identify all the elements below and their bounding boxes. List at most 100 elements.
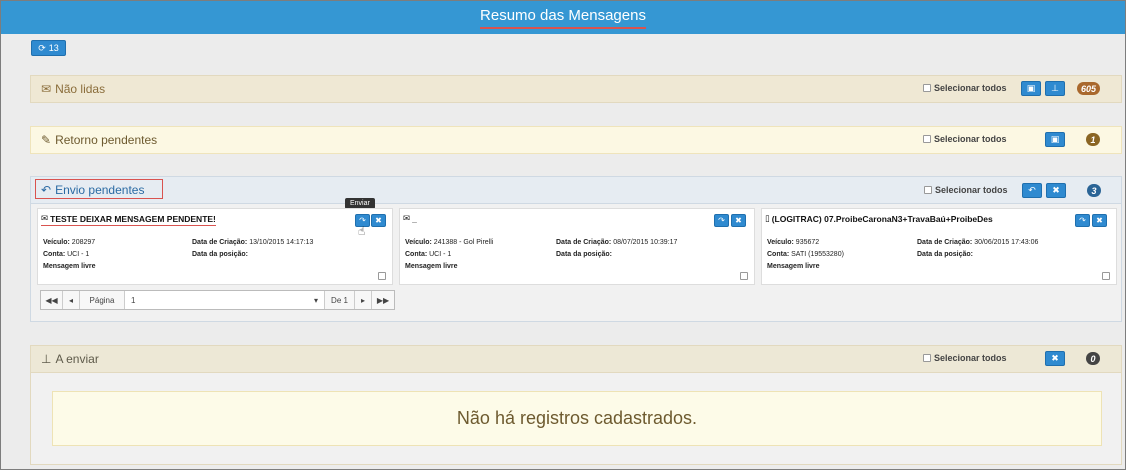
last-page-button[interactable]: ▶▶ (372, 291, 394, 309)
section-send-title: Envio pendentes (55, 183, 145, 197)
close-icon: ✖ (735, 216, 742, 225)
save-button[interactable]: ▣ (1045, 132, 1065, 147)
select-all-checkbox[interactable] (924, 186, 932, 194)
next-page-button[interactable]: ▸ (355, 291, 372, 309)
message-card[interactable]: ✉ TESTE DEIXAR MENSAGEM PENDENTE! ↷ ✖ ☝ … (37, 208, 393, 285)
pin-icon: ⊥ (41, 352, 52, 366)
floppy-icon: ▣ (1026, 83, 1036, 93)
share-icon: ↷ (718, 216, 725, 225)
prev-page-button[interactable]: ◂ (63, 291, 80, 309)
page-label: Página (80, 291, 125, 309)
message-type: Mensagem livre (767, 263, 820, 270)
vehicle-value: 241388 - Gol Pirelli (433, 239, 494, 246)
pagination: ◀◀ ◂ Página 1 ▾ De 1 ▸ ▶▶ (40, 290, 395, 310)
delete-button[interactable]: ✖ (1092, 214, 1107, 227)
select-all-checkbox[interactable] (923, 84, 931, 92)
position-label: Data da posição: (556, 251, 613, 258)
pencil-icon: ✎ (41, 133, 52, 147)
share-icon: ↷ (1079, 216, 1086, 225)
position-label: Data da posição: (917, 251, 974, 258)
vehicle-label: Veículo: (43, 239, 70, 246)
delete-button[interactable]: ✖ (1046, 183, 1066, 198)
select-all-label: Selecionar todos (934, 83, 1007, 93)
select-all-unread[interactable]: Selecionar todos (923, 83, 1007, 93)
page-select[interactable]: 1 ▾ (125, 291, 325, 309)
message-title: (LOGITRAC) 07.ProibeCaronaN3+TravaBaú+Pr… (771, 213, 993, 224)
chevron-right-icon: ▸ (360, 295, 365, 305)
section-unread: ✉ Não lidas Selecionar todos ▣ ⊥ 605 (30, 75, 1122, 103)
select-all-send[interactable]: Selecionar todos (924, 185, 1008, 195)
to-send-body: Não há registros cadastrados. (30, 373, 1122, 465)
save-button[interactable]: ▣ (1021, 81, 1041, 96)
created-label: Data de Criação: (556, 239, 612, 246)
message-type: Mensagem livre (43, 263, 96, 270)
message-type: Mensagem livre (405, 263, 458, 270)
message-card[interactable]: ✉ _ ↷ ✖ Veículo: 241388 - Gol Pirelli Da… (399, 208, 755, 285)
reply-button[interactable]: ↶ (1022, 183, 1042, 198)
message-title: _ (412, 213, 417, 224)
select-all-label: Selecionar todos (935, 185, 1008, 195)
delete-button[interactable]: ✖ (731, 214, 746, 227)
section-return-title: Retorno pendentes (55, 133, 158, 147)
refresh-count: 13 (48, 43, 59, 53)
to-send-count-badge: 0 (1086, 352, 1100, 365)
section-to-send-header[interactable]: ⊥ A enviar Selecionar todos ✖ 0 (30, 345, 1122, 373)
envelope-icon: ▯ (765, 213, 770, 223)
created-label: Data de Criação: (192, 239, 248, 246)
card-checkbox[interactable] (378, 272, 386, 280)
message-card[interactable]: ▯ (LOGITRAC) 07.ProibeCaronaN3+TravaBaú+… (761, 208, 1117, 285)
envelope-icon: ✉ (41, 82, 52, 96)
send-count-badge: 3 (1087, 184, 1101, 197)
forward-button[interactable]: ↷ (1075, 214, 1090, 227)
reply-icon: ↶ (1028, 185, 1036, 195)
double-chevron-right-icon: ▶▶ (376, 295, 390, 305)
caret-down-icon: ▾ (313, 295, 318, 305)
section-send-header[interactable]: ↶ Envio pendentes Selecionar todos ↶ ✖ 3 (30, 176, 1122, 204)
message-title: TESTE DEIXAR MENSAGEM PENDENTE! (50, 213, 216, 224)
section-send-pending: ↶ Envio pendentes Selecionar todos ↶ ✖ 3… (30, 176, 1122, 322)
hand-cursor-icon: ☝ (358, 224, 366, 238)
delete-button[interactable]: ✖ (1045, 351, 1065, 366)
delete-button[interactable]: ✖ (371, 214, 386, 227)
section-unread-title: Não lidas (55, 82, 106, 96)
select-all-checkbox[interactable] (923, 135, 931, 143)
created-value: 30/06/2015 17:43:06 (974, 239, 1039, 246)
account-label: Conta: (43, 251, 66, 258)
envelope-icon: ✉ (403, 213, 411, 223)
close-icon: ✖ (1052, 185, 1060, 195)
position-label: Data da posição: (192, 251, 249, 258)
vehicle-label: Veículo: (767, 239, 794, 246)
pin-button[interactable]: ⊥ (1045, 81, 1065, 96)
select-all-label: Selecionar todos (934, 353, 1007, 363)
close-icon: ✖ (375, 216, 382, 225)
select-all-return[interactable]: Selecionar todos (923, 134, 1007, 144)
account-label: Conta: (405, 251, 428, 258)
floppy-icon: ▣ (1050, 134, 1060, 144)
account-value: UCI - 1 (67, 251, 90, 258)
empty-message: Não há registros cadastrados. (456, 408, 698, 428)
account-value: SATI (19553280) (791, 251, 844, 258)
section-return-pending: ✎ Retorno pendentes Selecionar todos ▣ 1 (30, 126, 1122, 154)
first-page-button[interactable]: ◀◀ (41, 291, 63, 309)
card-checkbox[interactable] (740, 272, 748, 280)
double-chevron-left-icon: ◀◀ (45, 295, 58, 305)
refresh-button[interactable]: ⟳ 13 (31, 40, 66, 56)
forward-button[interactable]: ↷ (714, 214, 729, 227)
vehicle-label: Veículo: (405, 239, 432, 246)
page-title: Resumo das Mensagens (480, 7, 646, 29)
unread-count-badge: 605 (1077, 82, 1101, 95)
select-all-checkbox[interactable] (923, 354, 931, 362)
card-checkbox[interactable] (1102, 272, 1110, 280)
empty-state: Não há registros cadastrados. (52, 391, 1102, 446)
reply-all-icon: ↶ (41, 183, 52, 197)
created-value: 08/07/2015 10:39:17 (613, 239, 678, 246)
header-bar: Resumo das Mensagens (1, 1, 1125, 34)
section-unread-header[interactable]: ✉ Não lidas Selecionar todos ▣ ⊥ 605 (30, 75, 1122, 103)
select-all-label: Selecionar todos (934, 134, 1007, 144)
send-pending-body: Enviar ✉ TESTE DEIXAR MENSAGEM PENDENTE!… (30, 198, 1122, 322)
section-return-header[interactable]: ✎ Retorno pendentes Selecionar todos ▣ 1 (30, 126, 1122, 154)
select-all-to-send[interactable]: Selecionar todos (923, 353, 1007, 363)
return-count-badge: 1 (1086, 133, 1100, 146)
app-window: Resumo das Mensagens ⟳ 13 ✉ Não lidas Se… (0, 0, 1126, 470)
close-icon: ✖ (1096, 216, 1103, 225)
